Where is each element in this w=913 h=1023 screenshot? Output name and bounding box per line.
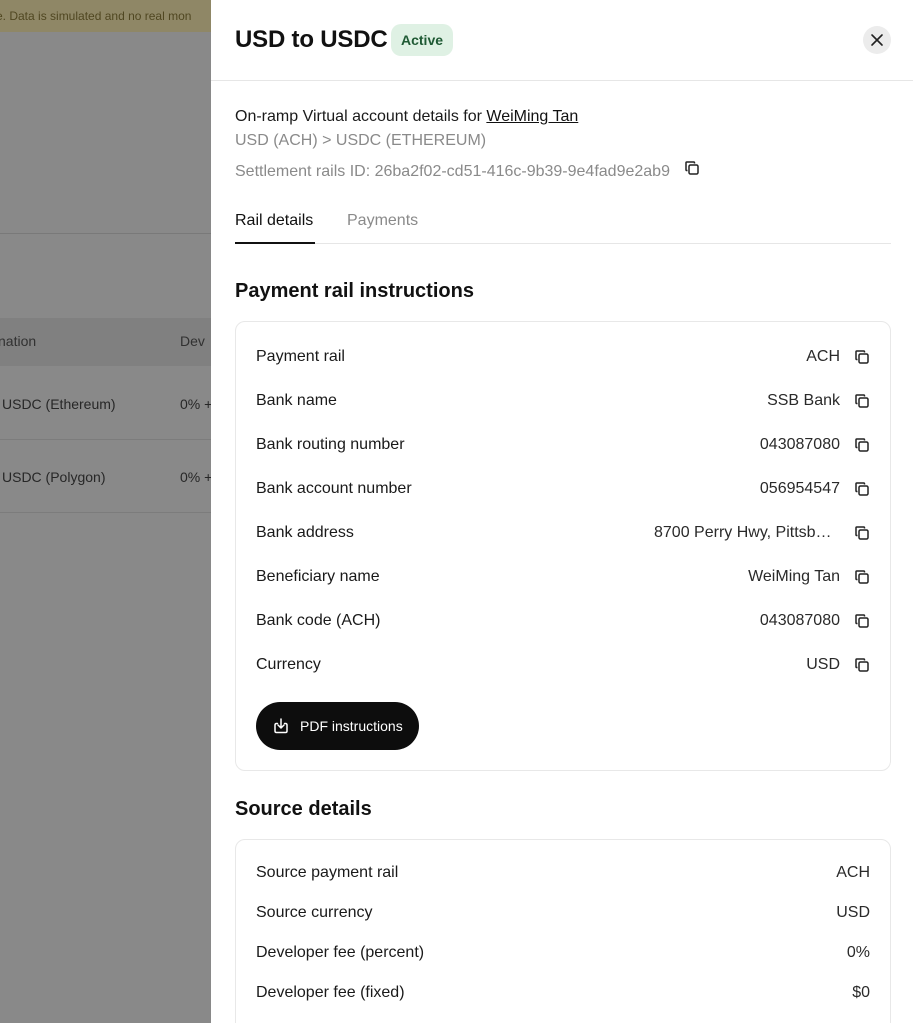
source-details-card: Source payment rail ACH Source currency … (235, 839, 891, 1023)
detail-row: Bank code (ACH) 043087080 (256, 610, 870, 632)
active-tab-indicator (235, 242, 315, 244)
row-label: Developer fee (fixed) (256, 984, 405, 1001)
settlement-id: Settlement rails ID: 26ba2f02-cd51-416c-… (235, 160, 700, 183)
close-icon (871, 34, 883, 46)
copy-icon (855, 394, 869, 408)
section-title-source-details: Source details (235, 798, 372, 820)
copy-icon (855, 526, 869, 540)
detail-row: Payment rail ACH (256, 346, 870, 368)
row-value: 0% (846, 944, 870, 961)
detail-row: Bank account number 056954547 (256, 478, 870, 500)
copy-button[interactable] (854, 525, 870, 541)
copy-button[interactable] (854, 613, 870, 629)
section-title-payment-rail: Payment rail instructions (235, 280, 474, 302)
row-value: 043087080 (759, 612, 840, 629)
payment-rail-card: Payment rail ACH Bank name SSB Bank Bank… (235, 321, 891, 771)
row-label: Bank name (256, 392, 337, 409)
detail-row: Bank routing number 043087080 (256, 434, 870, 456)
rail-details-drawer: USD to USDC Active On-ramp Virtual accou… (211, 0, 913, 1023)
detail-row: Bank address 8700 Perry Hwy, Pittsburgh,… (256, 522, 870, 544)
detail-row: Currency USD (256, 654, 870, 676)
row-value: ACH (806, 348, 840, 365)
detail-row: Bank name SSB Bank (256, 390, 870, 412)
row-label: Source payment rail (256, 864, 399, 881)
copy-button[interactable] (854, 481, 870, 497)
row-label: Beneficiary name (256, 568, 380, 585)
row-label: Payment rail (256, 348, 345, 365)
copy-button[interactable] (854, 657, 870, 673)
account-intro: On-ramp Virtual account details for WeiM… (235, 106, 700, 183)
row-value: 8700 Perry Hwy, Pittsburgh, PA 15237 (654, 524, 840, 541)
detail-row: Source currency USD (256, 902, 870, 924)
row-label: Bank account number (256, 480, 412, 497)
row-value: WeiMing Tan (748, 568, 840, 585)
drawer-title: USD to USDC (235, 26, 388, 53)
row-label: Bank routing number (256, 436, 405, 453)
intro-description: On-ramp Virtual account details for WeiM… (235, 108, 579, 125)
copy-icon (685, 161, 699, 175)
row-label: Bank code (ACH) (256, 612, 381, 629)
tab-payments[interactable]: Payments (347, 212, 418, 230)
copy-button[interactable] (854, 393, 870, 409)
conversion-route: USD (ACH) > USDC (ETHEREUM) (235, 132, 487, 149)
row-label: Source currency (256, 904, 373, 921)
download-icon (274, 718, 288, 734)
row-value: USD (836, 904, 870, 921)
copy-settlement-id-button[interactable] (684, 160, 700, 183)
tab-bar: Rail details Payments (235, 200, 891, 244)
row-label: Bank address (256, 524, 354, 541)
row-label: Developer fee (percent) (256, 944, 425, 961)
tab-rail-details[interactable]: Rail details (235, 212, 313, 230)
close-button[interactable] (863, 26, 891, 54)
row-value: 043087080 (759, 436, 840, 453)
detail-row: Developer fee (percent) 0% (256, 942, 870, 964)
pdf-button-label: PDF instructions (300, 718, 403, 734)
copy-icon (855, 570, 869, 584)
copy-button[interactable] (854, 437, 870, 453)
row-value: 056954547 (759, 480, 840, 497)
row-value: ACH (836, 864, 870, 881)
drawer-header: USD to USDC Active (211, 0, 913, 81)
row-value: SSB Bank (767, 392, 840, 409)
copy-icon (855, 658, 869, 672)
copy-icon (855, 614, 869, 628)
row-label: Currency (256, 656, 321, 673)
status-badge: Active (391, 24, 454, 56)
copy-button[interactable] (854, 569, 870, 585)
copy-icon (855, 482, 869, 496)
detail-row: Beneficiary name WeiMing Tan (256, 566, 870, 588)
row-value: $0 (852, 984, 870, 1001)
copy-button[interactable] (854, 349, 870, 365)
detail-row: Developer fee (fixed) $0 (256, 982, 870, 1004)
copy-icon (855, 350, 869, 364)
user-link[interactable]: WeiMing Tan (486, 108, 578, 125)
pdf-instructions-button[interactable]: PDF instructions (256, 702, 419, 750)
row-value: USD (806, 656, 840, 673)
copy-icon (855, 438, 869, 452)
detail-row: Source payment rail ACH (256, 862, 870, 884)
